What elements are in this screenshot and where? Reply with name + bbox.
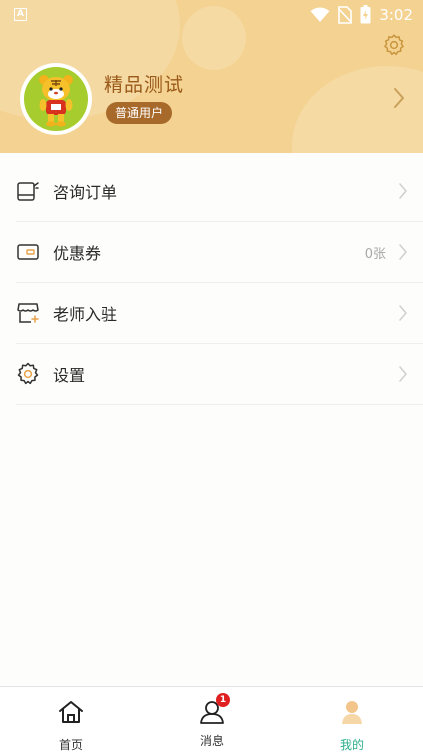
menu-item-teacher-join[interactable]: 老师入驻 — [16, 283, 423, 344]
coupon-icon — [17, 244, 39, 260]
tab-label: 首页 — [58, 738, 83, 752]
battery-icon — [360, 5, 371, 24]
profile-header: A 3:02 精品测试 普通用户 — [0, 0, 423, 153]
tab-home[interactable]: 首页 — [41, 699, 101, 752]
profile-icon — [342, 701, 362, 724]
menu-item-coupons[interactable]: 优惠券 0张 — [16, 222, 423, 283]
chevron-right-icon — [399, 305, 407, 321]
tab-label: 我的 — [339, 738, 364, 752]
wifi-icon — [310, 7, 330, 22]
menu-item-settings[interactable]: 设置 — [16, 344, 423, 405]
tab-messages[interactable]: 1 消息 — [182, 693, 242, 749]
store-icon — [17, 303, 39, 323]
chevron-right-icon — [399, 366, 407, 382]
notification-icon: A — [14, 8, 27, 21]
clock: 3:02 — [379, 5, 413, 24]
tab-profile[interactable]: 我的 — [322, 699, 382, 752]
chevron-right-icon — [399, 183, 407, 199]
bottom-tab-bar: 首页 1 消息 我的 — [0, 686, 423, 752]
coupon-count: 0张 — [364, 246, 386, 262]
menu-item-orders[interactable]: 咨询订单 — [16, 161, 423, 222]
status-bar: A 3:02 — [0, 0, 423, 30]
profile-menu: 咨询订单 优惠券 0张 老师入驻 设置 — [0, 161, 423, 405]
menu-item-label: 设置 — [53, 366, 86, 385]
menu-item-label: 咨询订单 — [53, 183, 118, 202]
chevron-right-icon[interactable] — [392, 87, 406, 109]
user-name: 精品测试 — [104, 74, 185, 96]
chevron-right-icon — [399, 244, 407, 260]
no-sim-icon — [338, 5, 353, 24]
settings-icon — [17, 362, 39, 385]
tab-label: 消息 — [199, 734, 224, 748]
notification-badge: 1 — [216, 693, 230, 707]
settings-gear-icon[interactable] — [382, 33, 406, 57]
decor-circle — [292, 66, 423, 153]
home-icon — [59, 701, 83, 723]
order-icon — [17, 182, 39, 201]
avatar[interactable] — [20, 63, 92, 135]
tiger-mascot-icon — [39, 75, 73, 127]
menu-item-label: 老师入驻 — [53, 305, 118, 324]
menu-item-label: 优惠券 — [53, 244, 102, 263]
user-level-badge: 普通用户 — [106, 102, 173, 124]
